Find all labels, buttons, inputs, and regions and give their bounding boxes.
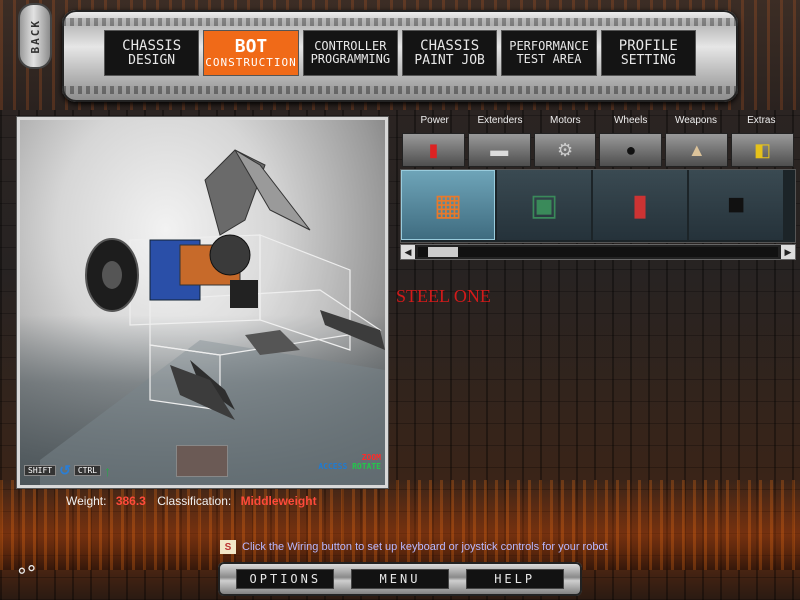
help-button[interactable]: HELP [465,569,564,589]
spike-icon: ▲ [687,139,706,160]
category-motors-button[interactable]: ⚙ [533,133,597,167]
tab-label-line2: CONSTRUCTION [205,55,297,69]
battery-can-icon: ▮ [631,188,649,222]
category-extenders-button[interactable]: ▬ [467,133,531,167]
category-label-wheels: Wheels [613,115,648,126]
up-arrow-icon: ↑ [104,462,112,479]
category-label-extras: Extras [747,115,776,126]
tab-label-line2: DESIGN [128,52,176,68]
rotate-arrow-icon: ↺ [59,462,71,478]
access-hint: ACCESS [318,462,348,471]
robot-model [40,149,385,485]
scroll-thumb[interactable] [428,247,458,257]
part-item[interactable]: ■ [689,170,783,240]
classification-value: Middleweight [240,494,317,508]
menu-button[interactable]: MENU [350,569,449,589]
parts-list: ▦ ▣ ▮ ■ [400,169,796,243]
tab-label-line2: SETTING [620,52,676,68]
tab-bot-construction[interactable]: BOT CONSTRUCTION [203,30,299,76]
motor-icon: ⚙ [557,139,574,160]
back-button[interactable]: BACK [18,3,52,69]
zoom-hint: ZOOM [361,453,381,462]
tab-label-line2: PROGRAMMING [310,52,391,66]
part-item[interactable]: ▮ [593,170,687,240]
tab-label-line1: BOT [234,35,268,57]
tab-chassis-design[interactable]: CHASSIS DESIGN [104,30,200,76]
tab-label-line2: TEST AREA [516,52,582,66]
rotate-hint-label: ROTATE [352,462,381,471]
category-power-button[interactable]: ▮ [402,133,465,167]
options-button[interactable]: OPTIONS [236,569,335,589]
category-weapons-button[interactable]: ▲ [665,133,729,167]
battery-icon: ▮ [428,139,439,160]
category-wheels-button[interactable]: ● [599,133,663,167]
tab-label-line2: PAINT JOB [414,52,485,68]
category-label-power: Power [420,115,449,126]
parts-scrollbar[interactable]: ◀ ▶ [400,244,796,260]
tab-profile-setting[interactable]: PROFILE SETTING [600,30,696,76]
category-extras-button[interactable]: ◧ [731,133,794,167]
weight-value: 386.3 [115,494,146,508]
tip-bar: S Click the Wiring button to set up keyb… [220,540,608,554]
main-nav-tabs: CHASSIS DESIGN BOT CONSTRUCTION CONTROLL… [104,30,696,76]
orange-circuit-board-icon: ▦ [433,188,463,222]
tab-controller-programming[interactable]: CONTROLLER PROGRAMMING [302,30,398,76]
green-chip-icon: ▣ [529,188,559,222]
arrow-left-icon: ◀ [404,246,412,257]
wheel-icon: ● [625,139,637,160]
extender-bar-icon: ▬ [490,139,509,160]
category-label-weapons: Weapons [674,115,718,126]
arrow-right-icon: ▶ [784,246,792,257]
part-item[interactable]: ▦ [401,170,495,240]
tab-label-line1: CHASSIS [420,37,480,54]
ctrl-key-label: CTRL [73,465,102,476]
tab-chassis-paint-job[interactable]: CHASSIS PAINT JOB [401,30,498,76]
category-label-extenders: Extenders [477,115,523,126]
part-categories: Power Extenders Motors Wheels Weapons Ex… [402,115,794,167]
camera-controls-hint: ZOOM ACCESS ROTATE [318,453,381,471]
footer-bar: OPTIONS MENU HELP [218,562,582,596]
shift-key-label: SHIFT [24,465,57,476]
bot-3d-viewport[interactable]: SHIFT ↺ CTRL ↑ ZOOM ACCESS ROTATE [17,117,388,488]
tip-text: Click the Wiring button to set up keyboa… [242,541,608,553]
scroll-track[interactable] [418,247,778,257]
hazard-plate-icon: ◧ [754,139,772,160]
tab-performance-test-area[interactable]: PERFORMANCE TEST AREA [501,30,597,76]
classification-label: Classification: [157,494,232,508]
tab-label-line1: PROFILE [618,37,678,54]
scroll-left-button[interactable]: ◀ [401,245,415,259]
part-item[interactable]: ▣ [497,170,591,240]
scroll-right-button[interactable]: ▶ [781,245,795,259]
wiring-thumbnail[interactable] [176,445,228,477]
selected-part-name: STEEL ONE [396,286,491,306]
tab-label-line1: CHASSIS [122,37,182,54]
weight-label: Weight: [66,494,107,508]
black-box-icon: ■ [726,188,746,221]
back-label: BACK [28,18,42,54]
category-label-motors: Motors [550,115,581,126]
tip-icon: S [220,540,236,554]
rotate-hint: SHIFT ↺ CTRL ↑ [24,462,111,479]
bot-stats: Weight: 386.3 Classification: Middleweig… [66,494,325,508]
